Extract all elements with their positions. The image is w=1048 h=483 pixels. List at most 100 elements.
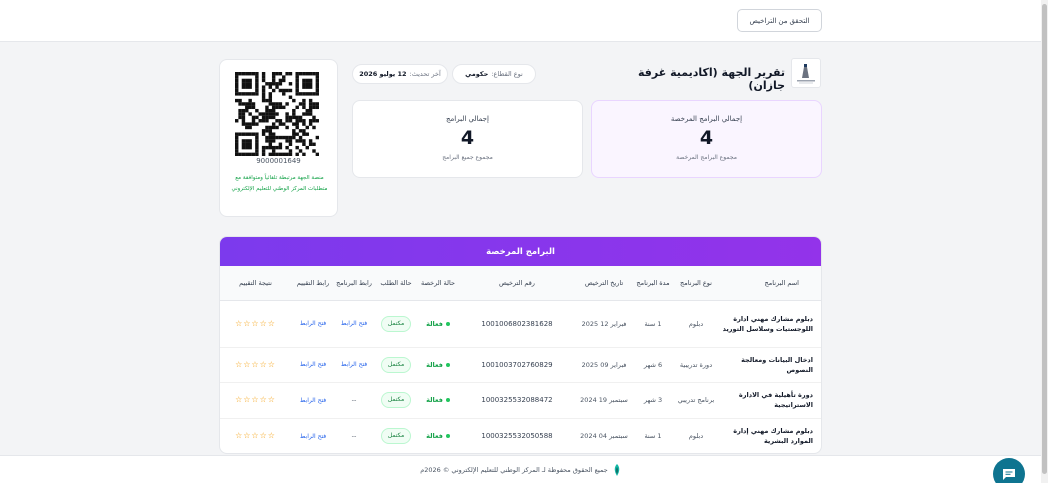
qr-code-icon [235,72,319,156]
stat-label: إجمالي البرامج [446,115,489,123]
request-status-cell: مكتمل [375,300,417,348]
license-number: 1000325532088472 [459,382,575,419]
col-header-evaluation-link: رابط التقييم [293,266,333,301]
program-name: دبلوم مشارك مهني ادارة اللوجستيات وسلاسل… [719,300,821,348]
request-status-badge: مكتمل [380,356,412,373]
col-header-duration: مدة البرنامج [633,266,673,301]
rating-stars-icon: ☆☆☆☆☆ [235,395,276,404]
evaluation-link-cell: فتح الرابط [293,300,333,348]
stat-sub: مجموع البرامج المرخصة [676,154,737,161]
program-duration: 6 شهر [633,347,673,383]
license-number: 1001006802381628 [459,300,575,348]
verify-licenses-button[interactable]: التحقق من التراخيص [737,9,822,32]
chat-button[interactable] [993,458,1025,483]
ncel-logo-icon [614,463,620,476]
chat-bubble-icon [1003,469,1015,480]
program-duration: 1 سنة [633,300,673,348]
total-programs-stat: إجمالي البرامج 4 مجموع جميع البرامج [352,100,583,178]
license-status-text: فعالة [426,319,443,328]
request-status-cell: مكتمل [375,382,417,419]
col-header-name: اسم البرنامج [719,266,821,301]
evaluation-link[interactable]: فتح الرابط [300,433,326,440]
table-row: دبلوم مشارك مهني إدارة الموارد البشرية دب… [220,418,821,453]
license-status-cell: فعالة [417,300,459,348]
table-row: دبلوم مشارك مهني ادارة اللوجستيات وسلاسل… [220,300,821,348]
license-date: سبتمبر 19 2024 [575,382,633,419]
evaluation-link-cell: فتح الرابط [293,418,333,453]
license-status: فعالة [426,432,450,440]
license-date: فبراير 09 2025 [575,347,633,383]
request-status-cell: مكتمل [375,347,417,383]
license-status: فعالة [426,320,450,328]
top-bar: التحقق من التراخيص [0,0,1041,42]
updated-label: آخر تحديث: [409,70,441,78]
program-link[interactable]: فتح الرابط [341,320,367,327]
stat-sub: مجموع جميع البرامج [442,154,493,161]
qr-note: منصة الجهة مرتبطة تلقائياً ومتوافقة مع م… [231,175,328,192]
col-header-date: تاريخ الترخيص [575,266,633,301]
rating-cell: ☆☆☆☆☆ [220,382,293,419]
scrollbar-thumb[interactable] [1042,4,1047,474]
license-status: فعالة [426,361,450,369]
table-row: ادخال البيانات ومعالجة النصوص دورة تدريبي… [220,347,821,383]
sector-label: نوع القطاع: [491,70,523,78]
license-date: فبراير 12 2025 [575,300,633,348]
qr-entity-id: 9000001649 [256,157,301,165]
col-header-request-status: حالة الطلب [375,266,417,301]
program-name: ادخال البيانات ومعالجة النصوص [719,347,821,383]
col-header-license: رقم الترخيص [459,266,575,301]
status-dot-icon [445,362,450,367]
program-link: -- [351,432,357,440]
rating-stars-icon: ☆☆☆☆☆ [235,431,276,440]
status-dot-icon [445,398,450,402]
program-type: دورة تدريبية [673,347,719,383]
licensed-programs-stat: إجمالي البرامج المرخصة 4 مجموع البرامج ا… [591,100,822,178]
request-status-badge: مكتمل [380,315,412,332]
program-type: دبلوم [673,418,719,453]
page-footer: جميع الحقوق محفوظة لـ المركز الوطني للتع… [0,455,1041,483]
stat-value: 4 [460,127,475,149]
program-link: -- [351,396,357,404]
program-name: دورة تأهيلية في الادارة الاستراتيجية [719,382,821,419]
status-dot-icon [445,321,450,326]
program-duration: 1 سنة [633,418,673,453]
license-number: 1001003702760829 [459,347,575,383]
footer-text: جميع الحقوق محفوظة لـ المركز الوطني للتع… [420,465,608,474]
program-link-cell: -- [333,382,375,419]
sector-value: حكومي [465,70,489,78]
rating-stars-icon: ☆☆☆☆☆ [235,359,276,369]
rating-stars-icon: ☆☆☆☆☆ [235,318,276,328]
table-title: البرامج المرخصة [220,237,821,266]
program-type: دبلوم [673,300,719,348]
program-type: برنامج تدريبي [673,382,719,419]
program-link[interactable]: فتح الرابط [341,361,367,368]
license-status-cell: فعالة [417,418,459,453]
license-number: 1000325532050588 [459,418,575,453]
license-status-text: فعالة [426,396,443,404]
program-duration: 3 شهر [633,382,673,419]
evaluation-link[interactable]: فتح الرابط [300,361,326,368]
programs-table: اسم البرنامج نوع البرنامج مدة البرنامج ت… [220,266,821,453]
evaluation-link-cell: فتح الرابط [293,382,333,419]
evaluation-link[interactable]: فتح الرابط [300,397,326,404]
stat-value: 4 [699,127,714,149]
license-status-text: فعالة [426,432,443,440]
request-status-badge: مكتمل [380,392,412,408]
license-status-cell: فعالة [417,347,459,383]
evaluation-link[interactable]: فتح الرابط [300,320,326,327]
rating-cell: ☆☆☆☆☆ [220,418,293,453]
license-status-text: فعالة [426,360,443,369]
stat-label: إجمالي البرامج المرخصة [670,115,743,123]
last-updated-pill: آخر تحديث: 12 يوليو 2026 [352,64,448,84]
evaluation-link-cell: فتح الرابط [293,347,333,383]
chamber-logo-icon [791,58,821,88]
page-scrollbar[interactable] [1041,0,1048,483]
license-status: فعالة [426,396,450,404]
col-header-license-status: حالة الرخصة [417,266,459,301]
request-status-badge: مكتمل [380,428,412,444]
sector-pill: نوع القطاع: حكومي [452,64,536,84]
col-header-program-link: رابط البرنامج [333,266,375,301]
program-link-cell: فتح الرابط [333,300,375,348]
table-row: دورة تأهيلية في الادارة الاستراتيجية برنا… [220,382,821,419]
rating-cell: ☆☆☆☆☆ [220,347,293,383]
